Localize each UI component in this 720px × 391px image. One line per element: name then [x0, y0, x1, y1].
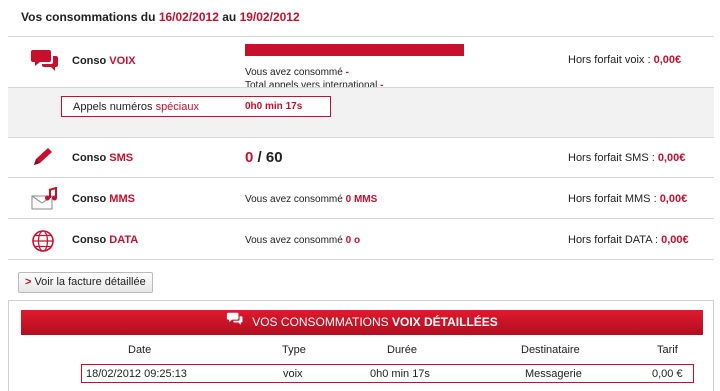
special-label-prefix: Appels numéros [73, 101, 153, 113]
sms-label-prefix: Conso [72, 152, 107, 164]
mms-overage: Hors forfait MMS : 0,00€ [568, 193, 687, 205]
mms-label-prefix: Conso [72, 193, 107, 205]
envelope-music-icon [31, 186, 59, 214]
special-label-key: spéciaux [155, 101, 199, 113]
invoice-button-label: Voir la facture détaillée [34, 276, 146, 288]
date-to: 19/02/2012 [239, 10, 300, 24]
column-header-type: Type [282, 344, 306, 356]
sms-separator: / [257, 149, 262, 166]
data-label: Conso DATA [72, 234, 138, 246]
page-title: Vos consommations du 16/02/2012 au 19/02… [21, 10, 300, 24]
voice-detail-banner: VOS CONSOMMATIONS VOIX DÉTAILLÉES [21, 310, 703, 335]
cell-destinataire: Messagerie [525, 368, 582, 380]
special-numbers-value: 0h0 min 17s [245, 101, 303, 112]
data-consumed-value: 0 o [345, 235, 361, 246]
voice-label-prefix: Conso [72, 55, 107, 67]
sms-overage: Hors forfait SMS : 0,00€ [568, 152, 685, 164]
title-connector: au [222, 10, 237, 24]
chevron-right-icon: > [25, 276, 32, 288]
mms-row: Conso MMS Vous avez consommé 0 MMS Hors … [8, 177, 714, 218]
voice-usage-bar-fill [245, 44, 464, 56]
column-header-destinataire: Destinataire [521, 344, 580, 356]
sms-overage-label: Hors forfait SMS : [568, 152, 655, 164]
sms-total: 60 [265, 149, 283, 166]
data-label-key: DATA [109, 234, 139, 246]
mms-consumed-value: 0 MMS [345, 194, 378, 205]
voice-row: Conso VOIX Vous avez consommé - Total ap… [8, 36, 714, 91]
special-numbers-label: Appels numéros spéciaux [73, 101, 199, 113]
mms-label-key: MMS [109, 193, 135, 205]
voice-detail-section: VOS CONSOMMATIONS VOIX DÉTAILLÉES Date T… [8, 300, 714, 391]
speech-bubbles-icon [31, 47, 59, 76]
cell-tarif: 0,00 € [652, 368, 683, 380]
cell-duree: 0h0 min 17s [370, 368, 430, 380]
sms-row: Conso SMS 0 / 60 Hors forfait SMS : 0,00… [8, 137, 714, 177]
voice-consumed-label: Vous avez consommé [245, 67, 343, 78]
data-consumed-label: Vous avez consommé [245, 235, 343, 246]
mms-overage-label: Hors forfait MMS : [568, 193, 657, 205]
title-prefix: Vos consommations du [21, 10, 156, 24]
mms-consumed-label: Vous avez consommé [245, 194, 343, 205]
data-overage-value: 0,00€ [661, 234, 689, 246]
table-row: 18/02/2012 09:25:13 voix 0h0 min 17s Mes… [81, 364, 694, 383]
column-header-tarif: Tarif [657, 344, 678, 356]
sms-count: 0 / 60 [245, 149, 283, 166]
cell-type: voix [283, 368, 303, 380]
special-numbers-box: Appels numéros spéciaux 0h0 min 17s [61, 96, 331, 117]
mms-label: Conso MMS [72, 193, 135, 205]
data-row: Conso DATA Vous avez consommé 0 o Hors f… [8, 218, 714, 260]
mms-consumed: Vous avez consommé 0 MMS [245, 193, 377, 206]
banner-key: VOIX DÉTAILLÉES [392, 315, 498, 329]
voice-overage-label: Hors forfait voix : [568, 54, 651, 66]
banner-prefix: VOS CONSOMMATIONS [252, 315, 389, 329]
cell-date: 18/02/2012 09:25:13 [86, 368, 187, 380]
date-from: 16/02/2012 [158, 10, 219, 24]
voice-overage-value: 0,00€ [653, 54, 682, 66]
voice-consumed-value: - [345, 67, 349, 78]
view-detailed-invoice-button[interactable]: > Voir la facture détaillée [18, 272, 153, 293]
voice-overage: Hors forfait voix : 0,00€ [568, 54, 681, 66]
data-consumed: Vous avez consommé 0 o [245, 234, 360, 247]
data-overage-label: Hors forfait DATA : [568, 234, 659, 246]
voice-usage-bar [245, 44, 464, 56]
voice-label-key: VOIX [109, 55, 136, 67]
special-numbers-row: Appels numéros spéciaux 0h0 min 17s [8, 87, 714, 137]
column-header-date: Date [128, 344, 152, 356]
sms-overage-value: 0,00€ [657, 152, 686, 164]
globe-icon [31, 229, 55, 256]
sms-label: Conso SMS [72, 152, 133, 164]
data-label-prefix: Conso [72, 234, 107, 246]
voice-label: Conso VOIX [72, 55, 136, 67]
voice-consumed: Vous avez consommé - [245, 66, 383, 79]
sms-label-key: SMS [109, 152, 134, 164]
column-header-duree: Durée [387, 344, 417, 356]
sms-used: 0 [245, 149, 254, 166]
mms-overage-value: 0,00€ [659, 193, 688, 205]
pencil-icon [31, 147, 55, 172]
data-overage: Hors forfait DATA : 0,00€ [568, 234, 689, 246]
speech-bubbles-icon [226, 310, 244, 335]
